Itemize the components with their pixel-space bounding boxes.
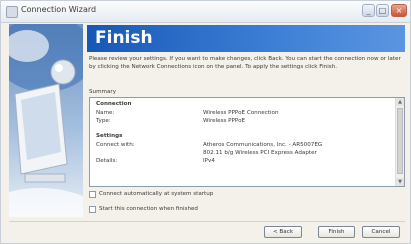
summary-content: Connection Name: Wireless PPPoE Connecti… bbox=[96, 101, 392, 166]
intro-text: Please review your settings. If you want… bbox=[89, 56, 401, 70]
type-label: Type: bbox=[96, 118, 111, 124]
type-value: Wireless PPPoE bbox=[203, 118, 246, 124]
details-row: Details: IPv4 bbox=[96, 158, 392, 166]
window-title: Connection Wizard bbox=[21, 5, 97, 14]
wizard-icon bbox=[6, 6, 18, 18]
connect-with-row-2: 802.11 b/g Wireless PCI Express Adapter bbox=[96, 150, 392, 158]
close-button[interactable]: × bbox=[391, 4, 407, 17]
name-row: Name: Wireless PPPoE Connection bbox=[96, 110, 392, 118]
connect-with-label: Connect with: bbox=[96, 142, 135, 148]
summary-box[interactable]: Connection Name: Wireless PPPoE Connecti… bbox=[89, 97, 405, 187]
connect-with-value-line2: 802.11 b/g Wireless PCI Express Adapter bbox=[203, 150, 317, 156]
cancel-button[interactable]: Cancel bbox=[362, 226, 400, 238]
summary-label: Summary bbox=[89, 89, 117, 95]
button-divider bbox=[9, 221, 405, 222]
details-label: Details: bbox=[96, 158, 118, 164]
finish-button[interactable]: Finish bbox=[318, 226, 355, 238]
connect-with-value-line1: Atheros Communications, Inc. - AR5007EG bbox=[203, 142, 323, 148]
settings-section-title: Settings bbox=[96, 133, 123, 139]
connection-section-title: Connection bbox=[96, 101, 132, 107]
name-label: Name: bbox=[96, 110, 115, 116]
start-connection-checkbox[interactable] bbox=[89, 206, 96, 213]
minimize-button[interactable]: _ bbox=[362, 4, 375, 17]
connection-wizard-window: Connection Wizard _ □ × Finish Please re… bbox=[0, 0, 411, 244]
name-value: Wireless PPPoE Connection bbox=[203, 110, 279, 116]
connect-with-row: Connect with: Atheros Communications, In… bbox=[96, 142, 392, 150]
start-connection-label: Start this connection when finished bbox=[99, 206, 198, 212]
details-value: IPv4 bbox=[203, 158, 215, 164]
summary-scrollbar[interactable]: ▲ ▼ bbox=[395, 98, 404, 186]
back-button[interactable]: < Back bbox=[264, 226, 302, 238]
scroll-thumb[interactable] bbox=[397, 108, 403, 174]
scroll-down-arrow[interactable]: ▼ bbox=[396, 178, 404, 186]
network-illustration bbox=[9, 24, 83, 217]
maximize-button[interactable]: □ bbox=[376, 4, 389, 17]
page-title: Finish bbox=[95, 28, 153, 48]
header-banner: Finish bbox=[87, 25, 405, 52]
connect-automatically-checkbox[interactable] bbox=[89, 191, 96, 198]
type-row: Type: Wireless PPPoE bbox=[96, 118, 392, 126]
connect-automatically-label: Connect automatically at system startup bbox=[99, 191, 214, 197]
title-bar: Connection Wizard _ □ × bbox=[1, 1, 410, 23]
scroll-up-arrow[interactable]: ▲ bbox=[396, 98, 404, 106]
